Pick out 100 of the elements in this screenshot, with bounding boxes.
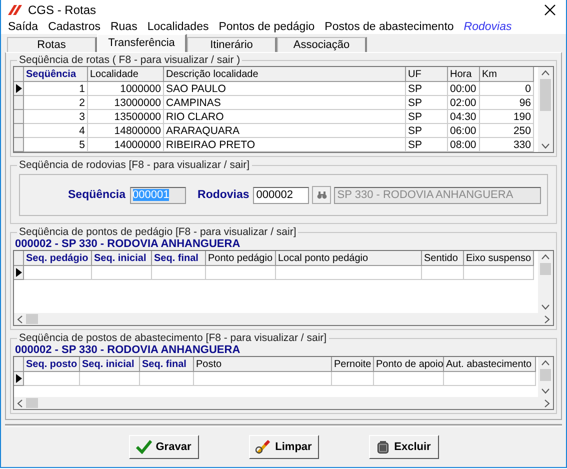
scroll-down-icon[interactable] bbox=[541, 388, 550, 394]
table-cell bbox=[24, 372, 80, 386]
column-header[interactable]: Sentido bbox=[422, 251, 464, 266]
scrollbar-thumb[interactable] bbox=[26, 398, 38, 408]
tab[interactable]: Transferência bbox=[97, 34, 187, 52]
column-header[interactable]: Seq. pedágio bbox=[24, 251, 92, 266]
field-label: Rodovias bbox=[198, 189, 250, 202]
table-cell: RIO CLARO bbox=[164, 110, 406, 124]
lookup-button[interactable] bbox=[312, 186, 332, 204]
table-cell: 14800000 bbox=[88, 124, 164, 138]
column-header[interactable]: Localidade bbox=[88, 67, 164, 82]
table-cell: 5 bbox=[24, 138, 88, 152]
menu-item[interactable]: Ruas bbox=[105, 20, 142, 33]
action-button[interactable]: Limpar bbox=[248, 435, 318, 459]
column-header[interactable]: Pernoite bbox=[332, 357, 374, 372]
column-header[interactable]: Ponto de apoio bbox=[374, 357, 444, 372]
table-cell: 04:30 bbox=[448, 110, 480, 124]
action-button[interactable]: Gravar bbox=[128, 435, 198, 459]
table-cell bbox=[374, 372, 444, 386]
column-header[interactable]: Seq. final bbox=[140, 357, 194, 372]
table-cell: 00:00 bbox=[448, 82, 480, 96]
column-header[interactable]: Hora bbox=[448, 67, 480, 82]
vertical-scrollbar[interactable] bbox=[538, 251, 553, 314]
scroll-down-icon[interactable] bbox=[541, 143, 550, 150]
scrollbar-thumb[interactable] bbox=[540, 79, 551, 112]
vertical-scrollbar[interactable] bbox=[538, 67, 553, 152]
column-header[interactable]: Aut. abastecimento bbox=[444, 357, 536, 372]
table-cell bbox=[152, 266, 206, 280]
column-header[interactable]: UF bbox=[406, 67, 448, 82]
field-label: Seqüência bbox=[68, 189, 126, 202]
horizontal-scrollbar[interactable] bbox=[14, 397, 553, 410]
table-cell bbox=[80, 372, 140, 386]
group-title: Seqüência de pontos de pedágio [F8 - para visualizar / sair] bbox=[18, 226, 298, 238]
table-cell: SP bbox=[406, 124, 448, 138]
table-cell: 1000000 bbox=[88, 82, 164, 96]
scroll-left-icon[interactable] bbox=[17, 314, 23, 324]
table-cell: 4 bbox=[24, 124, 88, 138]
scrollbar-thumb[interactable] bbox=[540, 263, 551, 276]
grid-corner bbox=[14, 251, 24, 266]
tab[interactable]: Rotas bbox=[7, 37, 97, 52]
column-header[interactable]: Seq. posto bbox=[24, 357, 80, 372]
menu-item[interactable]: Rodovias bbox=[458, 20, 517, 33]
trash-bin-icon bbox=[376, 440, 390, 454]
input-field[interactable]: 000002 bbox=[253, 186, 310, 204]
tab[interactable]: Itinerário bbox=[187, 37, 277, 52]
scroll-up-icon[interactable] bbox=[541, 70, 550, 76]
row-indicator[interactable] bbox=[14, 82, 24, 96]
scroll-down-icon[interactable] bbox=[541, 304, 550, 310]
menu-item[interactable]: Pontos de pedágio bbox=[214, 20, 320, 33]
scrollbar-thumb[interactable] bbox=[540, 369, 551, 382]
table-cell: SAO PAULO bbox=[164, 82, 406, 96]
menu-item[interactable]: Localidades bbox=[142, 20, 214, 33]
menu-item[interactable]: Postos de abastecimento bbox=[320, 20, 459, 33]
column-header[interactable]: Seqüência bbox=[24, 67, 88, 82]
table-cell bbox=[422, 266, 464, 280]
row-indicator[interactable] bbox=[14, 266, 24, 280]
table-cell: 08:00 bbox=[448, 138, 480, 152]
column-header[interactable]: Seq. inicial bbox=[80, 357, 140, 372]
table-cell: SP bbox=[406, 110, 448, 124]
column-header[interactable]: Local ponto pedágio bbox=[276, 251, 422, 266]
scroll-right-icon[interactable] bbox=[544, 398, 550, 408]
table-cell: 1 bbox=[24, 82, 88, 96]
table-cell: SP bbox=[406, 138, 448, 152]
table-cell: 2 bbox=[24, 96, 88, 110]
table-cell: 96 bbox=[480, 96, 534, 110]
close-icon[interactable] bbox=[544, 4, 556, 16]
column-header[interactable]: Seq. inicial bbox=[92, 251, 152, 266]
table-cell: RIBEIRAO PRETO bbox=[164, 138, 406, 152]
column-header[interactable]: Seq. final bbox=[152, 251, 206, 266]
row-indicator[interactable] bbox=[14, 372, 24, 386]
column-header[interactable]: Posto bbox=[194, 357, 332, 372]
group-title: Seqüência de rotas ( F8 - para visualizar / sair ) bbox=[18, 54, 242, 66]
table-cell bbox=[464, 266, 534, 280]
table-cell bbox=[206, 266, 276, 280]
checkmark-icon bbox=[136, 440, 152, 454]
action-button[interactable]: Excluir bbox=[368, 435, 438, 459]
table-cell: 330 bbox=[480, 138, 534, 152]
menu-item[interactable]: Cadastros bbox=[43, 20, 106, 33]
tab[interactable]: Associação bbox=[277, 37, 367, 52]
menu-item[interactable]: Saída bbox=[3, 20, 44, 33]
scrollbar-thumb[interactable] bbox=[26, 314, 38, 324]
column-header[interactable]: Descrição localidade bbox=[164, 67, 406, 82]
table-cell: SP bbox=[406, 82, 448, 96]
binoculars-icon bbox=[316, 191, 327, 200]
column-header[interactable]: Eixo suspenso bbox=[464, 251, 534, 266]
scroll-up-icon[interactable] bbox=[541, 360, 550, 366]
column-header[interactable]: Km bbox=[480, 67, 534, 82]
table-cell bbox=[24, 266, 92, 280]
scroll-right-icon[interactable] bbox=[544, 314, 550, 324]
window-title: CGS - Rotas bbox=[28, 2, 98, 17]
vertical-scrollbar[interactable] bbox=[538, 357, 553, 398]
table-cell: 3 bbox=[24, 110, 88, 124]
column-header[interactable]: Ponto pedágio bbox=[206, 251, 276, 266]
table-cell: 02:00 bbox=[448, 96, 480, 110]
grid-corner bbox=[14, 357, 24, 372]
scroll-up-icon[interactable] bbox=[541, 254, 550, 260]
group-title: Seqüência de postos de abastecimento [F8 - para visualizar / sair] bbox=[18, 332, 328, 344]
scroll-left-icon[interactable] bbox=[17, 398, 23, 408]
horizontal-scrollbar[interactable] bbox=[14, 313, 553, 326]
table-cell: 190 bbox=[480, 110, 534, 124]
